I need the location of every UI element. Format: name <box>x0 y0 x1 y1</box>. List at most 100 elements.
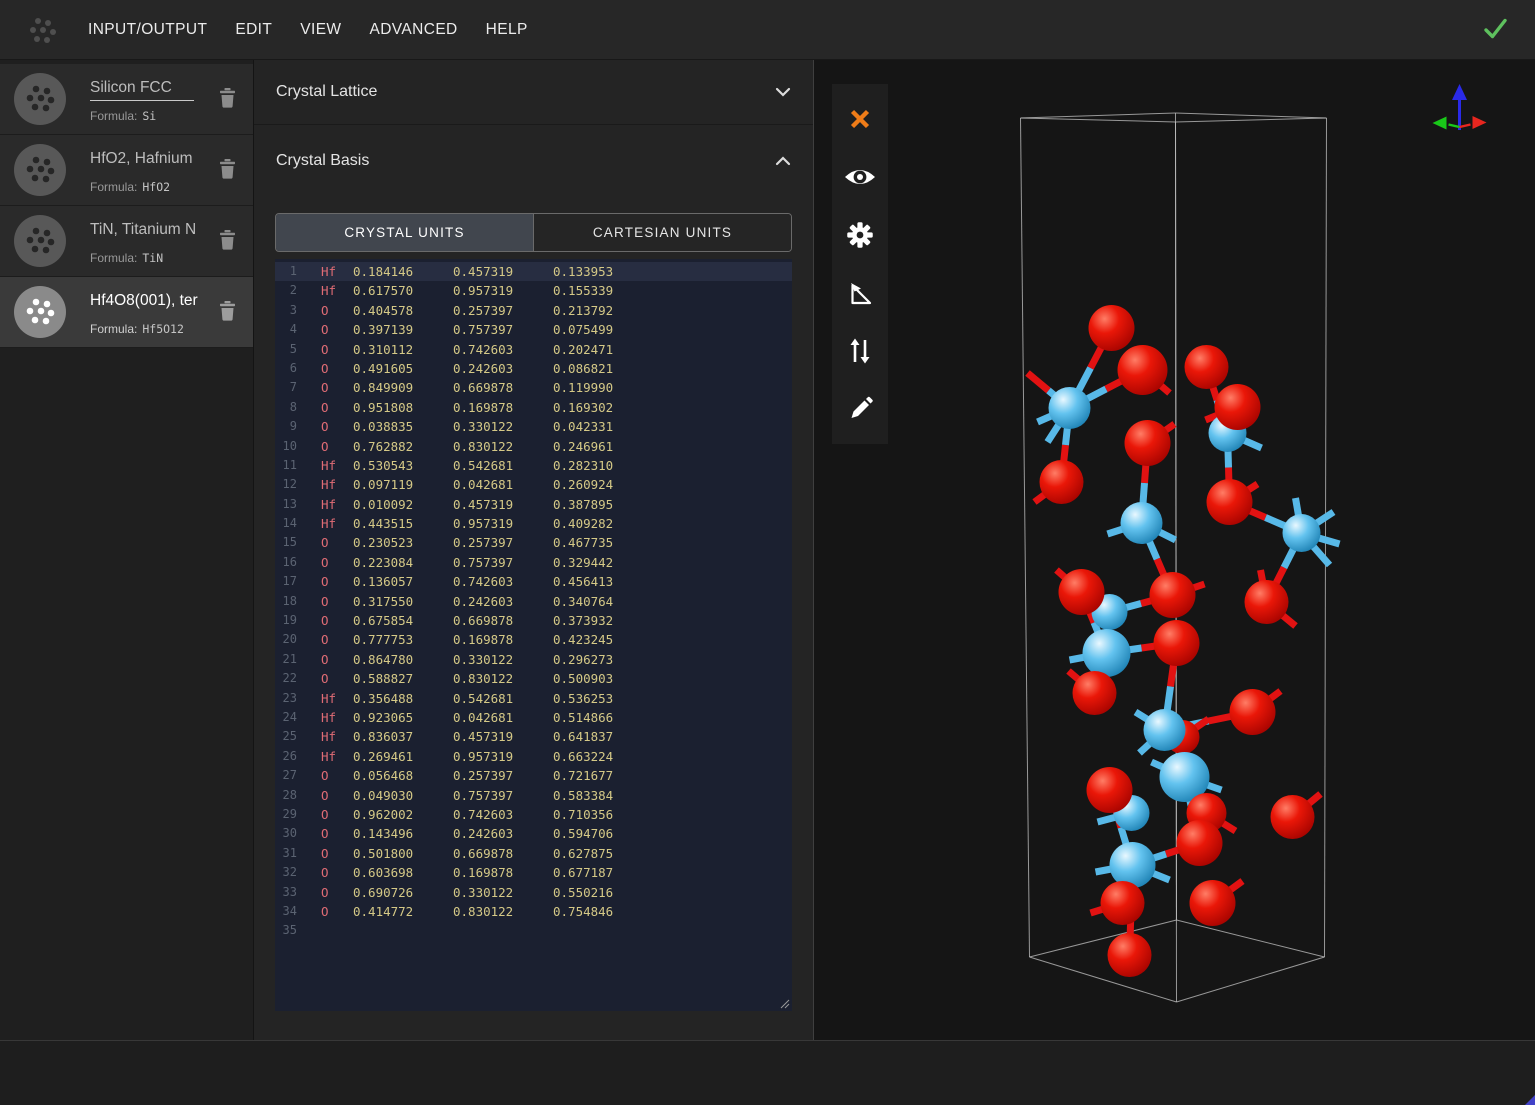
code-line-29[interactable]: 29O0.9620020.7426030.710356 <box>275 805 792 824</box>
code-line-13[interactable]: 13Hf0.0100920.4573190.387895 <box>275 495 792 514</box>
coord-y: 0.257397 <box>453 301 553 320</box>
material-name[interactable]: HfO2, Hafnium <box>90 150 193 168</box>
code-line-18[interactable]: 18O0.3175500.2426030.340764 <box>275 592 792 611</box>
tab-cartesian-units[interactable]: CARTESIAN UNITS <box>533 214 791 251</box>
code-line-32[interactable]: 32O0.6036980.1698780.677187 <box>275 863 792 882</box>
material-list: Silicon FCCFormula:Si HfO2, HafniumFormu… <box>0 64 253 348</box>
code-line-16[interactable]: 16O0.2230840.7573970.329442 <box>275 553 792 572</box>
material-item-hfo2[interactable]: HfO2, HafniumFormula:HfO2 <box>0 135 253 206</box>
code-line-7[interactable]: 7O0.8499090.6698780.119990 <box>275 378 792 397</box>
material-item-hf5o12[interactable]: Hf4O8(001), terFormula:Hf5O12 <box>0 277 253 348</box>
crystal-basis-title: Crystal Basis <box>276 152 369 170</box>
coord-z: 0.202471 <box>553 340 653 359</box>
code-line-2[interactable]: 2Hf0.6175700.9573190.155339 <box>275 281 792 300</box>
import-export-button[interactable] <box>832 322 888 380</box>
menu-item-edit[interactable]: EDIT <box>235 21 272 39</box>
material-name[interactable]: Hf4O8(001), ter <box>90 292 198 310</box>
element-symbol: O <box>321 824 353 843</box>
code-line-9[interactable]: 9O0.0388350.3301220.042331 <box>275 417 792 436</box>
code-line-27[interactable]: 27O0.0564680.2573970.721677 <box>275 766 792 785</box>
material-item-tin[interactable]: TiN, Titanium NFormula:TiN <box>0 206 253 277</box>
tab-crystal-units[interactable]: CRYSTAL UNITS <box>276 214 533 251</box>
line-number: 23 <box>275 689 297 708</box>
code-line-5[interactable]: 5O0.3101120.7426030.202471 <box>275 340 792 359</box>
code-line-4[interactable]: 4O0.3971390.7573970.075499 <box>275 320 792 339</box>
crystal-lattice-title: Crystal Lattice <box>276 83 377 101</box>
line-number: 13 <box>275 495 297 514</box>
line-number: 12 <box>275 475 297 494</box>
chevron-down-icon[interactable] <box>775 87 791 97</box>
up-down-arrows-icon <box>847 336 873 366</box>
delete-material-button[interactable] <box>219 301 236 321</box>
material-item-si[interactable]: Silicon FCCFormula:Si <box>0 64 253 135</box>
chevron-up-icon[interactable] <box>775 156 791 166</box>
basis-code-editor[interactable]: 1Hf0.1841460.4573190.1339532Hf0.6175700.… <box>275 259 792 1011</box>
code-line-12[interactable]: 12Hf0.0971190.0426810.260924 <box>275 475 792 494</box>
coord-z: 0.583384 <box>553 786 653 805</box>
code-line-1[interactable]: 1Hf0.1841460.4573190.133953 <box>275 262 792 281</box>
app-logo-icon[interactable] <box>22 10 62 50</box>
coord-y: 0.669878 <box>453 378 553 397</box>
visibility-button[interactable] <box>832 148 888 206</box>
resize-handle-icon[interactable] <box>778 997 790 1009</box>
code-line-3[interactable]: 3O0.4045780.2573970.213792 <box>275 301 792 320</box>
coord-y: 0.242603 <box>453 592 553 611</box>
measurements-button[interactable] <box>832 264 888 322</box>
line-number: 14 <box>275 514 297 533</box>
code-line-11[interactable]: 11Hf0.5305430.5426810.282310 <box>275 456 792 475</box>
material-name[interactable]: TiN, Titanium N <box>90 221 196 239</box>
code-line-30[interactable]: 30O0.1434960.2426030.594706 <box>275 824 792 843</box>
menu-item-view[interactable]: VIEW <box>300 21 341 39</box>
coord-y: 0.742603 <box>453 340 553 359</box>
code-line-28[interactable]: 28O0.0490300.7573970.583384 <box>275 786 792 805</box>
coord-y: 0.257397 <box>453 766 553 785</box>
material-lattice-icon <box>14 73 66 125</box>
code-line-26[interactable]: 26Hf0.2694610.9573190.663224 <box>275 747 792 766</box>
coord-y: 0.457319 <box>453 262 553 281</box>
coord-z: 0.710356 <box>553 805 653 824</box>
code-line-15[interactable]: 15O0.2305230.2573970.467735 <box>275 533 792 552</box>
structure-viewer[interactable] <box>814 60 1535 1040</box>
coord-z: 0.086821 <box>553 359 653 378</box>
code-line-10[interactable]: 10O0.7628820.8301220.246961 <box>275 437 792 456</box>
code-line-17[interactable]: 17O0.1360570.7426030.456413 <box>275 572 792 591</box>
trash-icon <box>219 88 236 108</box>
code-line-34[interactable]: 34O0.4147720.8301220.754846 <box>275 902 792 921</box>
element-symbol: O <box>321 883 353 902</box>
line-number: 20 <box>275 630 297 649</box>
code-line-8[interactable]: 8O0.9518080.1698780.169302 <box>275 398 792 417</box>
line-number: 2 <box>275 281 297 300</box>
code-line-31[interactable]: 31O0.5018000.6698780.627875 <box>275 844 792 863</box>
code-line-6[interactable]: 6O0.4916050.2426030.086821 <box>275 359 792 378</box>
line-number: 17 <box>275 572 297 591</box>
code-line-25[interactable]: 25Hf0.8360370.4573190.641837 <box>275 727 792 746</box>
code-line-14[interactable]: 14Hf0.4435150.9573190.409282 <box>275 514 792 533</box>
delete-material-button[interactable] <box>219 88 236 108</box>
code-line-19[interactable]: 19O0.6758540.6698780.373932 <box>275 611 792 630</box>
scene-canvas[interactable] <box>814 60 1535 1040</box>
code-line-23[interactable]: 23Hf0.3564880.5426810.536253 <box>275 689 792 708</box>
menu-item-advanced[interactable]: ADVANCED <box>369 21 457 39</box>
coord-x: 0.690726 <box>353 883 453 902</box>
crystal-lattice-header[interactable]: Crystal Lattice <box>254 60 813 125</box>
delete-material-button[interactable] <box>219 230 236 250</box>
coord-y: 0.042681 <box>453 475 553 494</box>
code-line-22[interactable]: 22O0.5888270.8301220.500903 <box>275 669 792 688</box>
edit-button[interactable] <box>832 380 888 438</box>
code-line-33[interactable]: 33O0.6907260.3301220.550216 <box>275 883 792 902</box>
coord-z: 0.133953 <box>553 262 653 281</box>
coord-y: 0.957319 <box>453 281 553 300</box>
menu-item-help[interactable]: HELP <box>486 21 528 39</box>
menu-item-input-output[interactable]: INPUT/OUTPUT <box>88 21 207 39</box>
code-line-24[interactable]: 24Hf0.9230650.0426810.514866 <box>275 708 792 727</box>
code-line-35[interactable]: 35 <box>275 921 792 940</box>
code-line-20[interactable]: 20O0.7777530.1698780.423245 <box>275 630 792 649</box>
material-avatar <box>14 286 66 338</box>
code-line-21[interactable]: 21O0.8647800.3301220.296273 <box>275 650 792 669</box>
coord-z: 0.467735 <box>553 533 653 552</box>
crystal-basis-header[interactable]: Crystal Basis <box>254 125 813 197</box>
close-button[interactable] <box>832 90 888 148</box>
settings-button[interactable] <box>832 206 888 264</box>
delete-material-button[interactable] <box>219 159 236 179</box>
material-name[interactable]: Silicon FCC <box>90 79 194 101</box>
